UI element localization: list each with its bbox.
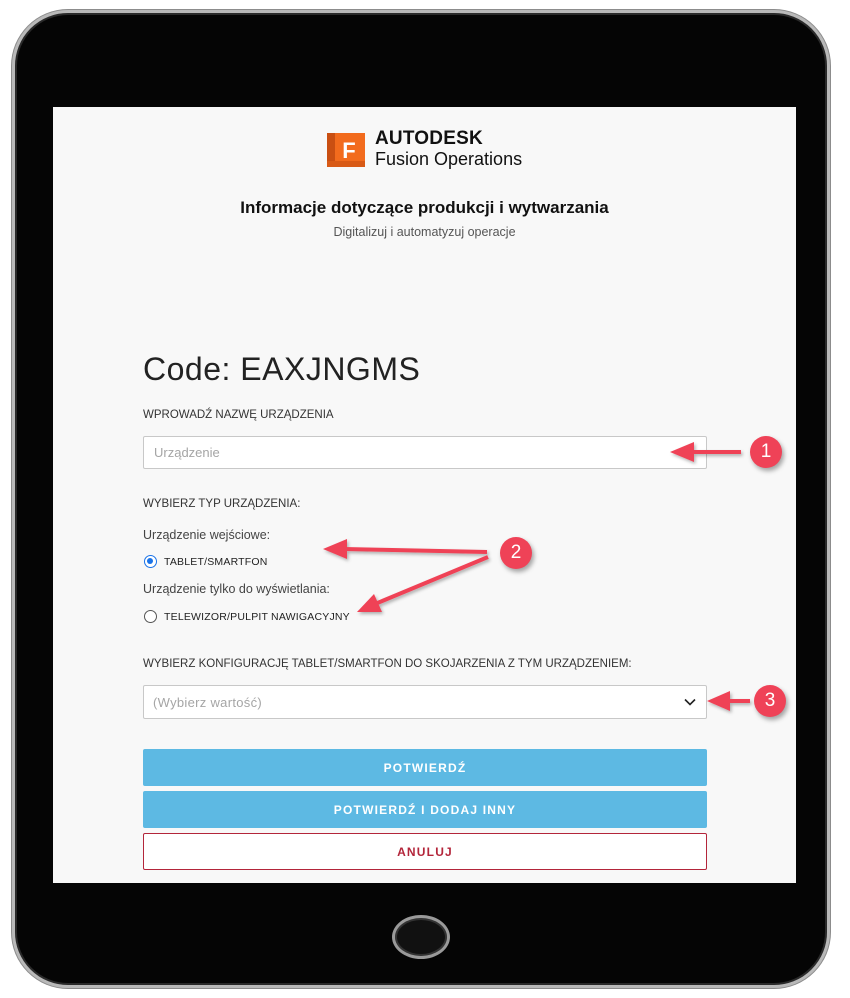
annotation-badge-1: 1 <box>750 436 782 468</box>
device-type-label: WYBIERZ TYP URZĄDZENIA: <box>143 498 301 510</box>
autodesk-logo: F AUTODESK Fusion Operations <box>325 129 522 168</box>
page-headline: Informacje dotyczące produkcji i wytwarz… <box>240 198 609 217</box>
radio-option-tablet[interactable]: TABLET/SMARTFON <box>144 555 268 568</box>
config-label: WYBIERZ KONFIGURACJĘ TABLET/SMARTFON DO … <box>143 658 632 670</box>
input-device-label: Urządzenie wejściowe: <box>143 528 271 542</box>
product-name: Fusion Operations <box>375 149 523 169</box>
brand-name: AUTODESK <box>375 128 483 149</box>
fusion-operations-logo-icon: F <box>325 131 367 167</box>
app-screen: F AUTODESK Fusion Operations Informacje … <box>53 107 796 883</box>
radio-tv-label: TELEWIZOR/PULPIT NAWIGACYJNY <box>164 610 350 623</box>
config-select-value: (Wybierz wartość) <box>153 694 262 710</box>
radio-tablet-label: TABLET/SMARTFON <box>164 555 268 568</box>
radio-tv-button[interactable] <box>144 610 157 623</box>
tablet-home-button[interactable] <box>392 915 450 959</box>
radio-tablet-button[interactable] <box>144 555 157 568</box>
confirm-button[interactable]: POTWIERDŹ <box>143 749 707 786</box>
chevron-down-icon <box>684 698 696 706</box>
radio-option-tv[interactable]: TELEWIZOR/PULPIT NAWIGACYJNY <box>144 610 350 623</box>
confirm-and-add-button[interactable]: POTWIERDŹ I DODAJ INNY <box>143 791 707 828</box>
logo-letter: F <box>342 138 355 163</box>
device-code-title: Code: EAXJNGMS <box>143 351 421 387</box>
annotation-badge-2: 2 <box>500 537 532 569</box>
device-name-input[interactable] <box>143 436 707 469</box>
cancel-button[interactable]: ANULUJ <box>143 833 707 870</box>
config-select[interactable]: (Wybierz wartość) <box>143 685 707 719</box>
page-subline: Digitalizuj i automatyzuj operacje <box>333 225 516 239</box>
display-device-label: Urządzenie tylko do wyświetlania: <box>143 582 330 596</box>
device-name-label: WPROWADŹ NAZWĘ URZĄDZENIA <box>143 409 334 421</box>
annotation-badge-3: 3 <box>754 685 786 717</box>
